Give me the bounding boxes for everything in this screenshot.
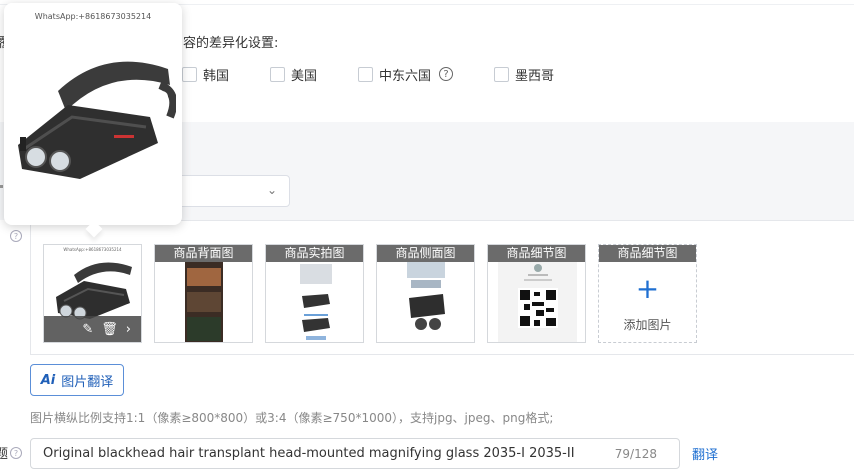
pencil-icon[interactable]: ✎ [82, 322, 93, 337]
product-title-input[interactable]: Original blackhead hair transplant head-… [30, 438, 680, 469]
image-label: 商品细节图 [599, 245, 696, 262]
image-translate-button[interactable]: Ai 图片翻译 [30, 364, 124, 396]
image-thumb-side[interactable]: 商品侧面图 [376, 244, 475, 343]
watermark-text: WhatsApp:+8618673035214 [63, 247, 122, 252]
watermark-text: WhatsApp:+8618673035214 [34, 12, 152, 21]
char-counter: 79/128 [614, 447, 657, 461]
add-image-button[interactable]: 商品细节图 + 添加图片 [598, 244, 697, 343]
translate-link[interactable]: 翻译 [692, 444, 718, 463]
trash-icon[interactable]: 🗑 [101, 322, 118, 337]
image-format-hint: 图片横纵比例支持1:1（像素≥800*800）或3:4（像素≥750*1000）… [30, 411, 554, 425]
question-icon[interactable]: ? [439, 67, 454, 81]
help-icon[interactable]: ? [10, 447, 22, 459]
country-label: 韩国 [203, 68, 230, 84]
checkbox[interactable] [270, 66, 285, 82]
label-fragment-mark [0, 185, 3, 188]
diff-settings-label: 容的差异化设置: [183, 36, 279, 51]
product-real-image [300, 264, 332, 340]
country-label: 美国 [291, 68, 318, 84]
chevron-down-icon: ⌄ [266, 183, 277, 197]
country-checkbox-mexico[interactable]: 墨西哥 [494, 65, 555, 84]
add-image-label: 添加图片 [623, 318, 672, 332]
image-preview-popup: WhatsApp:+8618673035214 [4, 3, 182, 238]
product-side-image [407, 262, 445, 330]
help-icon[interactable]: ? [10, 230, 22, 242]
magnifier-headset-preview [18, 61, 176, 179]
title-label-fragment: 题 [0, 447, 9, 462]
checkbox[interactable] [182, 66, 197, 82]
country-label: 中东六国 [379, 68, 432, 84]
image-label: 商品细节图 [488, 245, 585, 262]
image-thumb-detail[interactable]: 商品细节图 [487, 244, 586, 343]
checkbox[interactable] [358, 66, 373, 82]
country-checkbox-korea[interactable]: 韩国 [182, 65, 230, 84]
product-back-image [185, 262, 223, 342]
plus-icon: + [635, 272, 660, 305]
magnifier-headset-image [56, 262, 132, 320]
image-thumb-real[interactable]: 商品实拍图 [265, 244, 364, 343]
image-label: 商品背面图 [155, 245, 252, 262]
qr-code-image [498, 262, 577, 342]
image-label: 商品实拍图 [266, 245, 363, 262]
country-checkbox-middle-east[interactable]: 中东六国 ? [358, 65, 454, 84]
button-label: 图片翻译 [61, 374, 114, 390]
image-actions-bar: ✎ 🗑 › [44, 316, 141, 342]
image-thumb-back[interactable]: 商品背面图 [154, 244, 253, 343]
country-checkbox-usa[interactable]: 美国 [270, 65, 318, 84]
country-label: 墨西哥 [515, 68, 555, 84]
ai-icon: Ai [40, 372, 56, 388]
main-image-thumb[interactable]: WhatsApp:+8618673035214 ✎ 🗑 › [43, 244, 142, 343]
checkbox[interactable] [494, 66, 509, 82]
image-label: 商品侧面图 [377, 245, 474, 262]
title-value: Original blackhead hair transplant head-… [43, 446, 575, 461]
chevron-right-icon[interactable]: › [126, 322, 131, 337]
